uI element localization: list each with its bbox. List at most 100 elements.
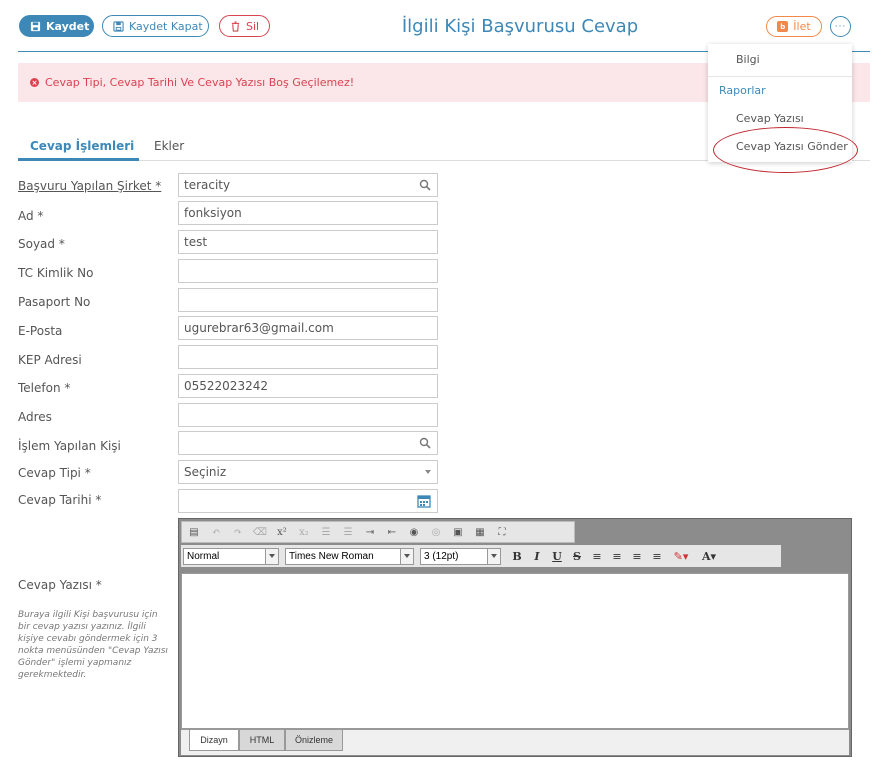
- search-icon[interactable]: [419, 179, 431, 191]
- ellipsis-icon: ···: [834, 21, 847, 32]
- unordered-list-icon[interactable]: ☰: [340, 524, 356, 540]
- font-select-value: Times New Roman: [289, 550, 374, 562]
- kep-field[interactable]: [178, 345, 438, 369]
- passport-field[interactable]: [178, 288, 438, 312]
- address-label: Adres: [18, 410, 52, 424]
- error-icon: ×: [30, 78, 39, 87]
- forward-button[interactable]: b İlet: [766, 16, 822, 37]
- save-close-button[interactable]: Kaydet Kapat: [102, 15, 209, 37]
- link-icon[interactable]: ◉: [406, 524, 422, 540]
- search-icon[interactable]: [419, 437, 431, 449]
- operator-field[interactable]: [178, 431, 438, 455]
- more-options-button[interactable]: ···: [830, 16, 851, 37]
- editor-tab-preview[interactable]: Önizleme: [285, 730, 343, 751]
- chevron-down-icon: [487, 548, 500, 564]
- align-left-icon[interactable]: ≡: [587, 550, 607, 563]
- calendar-icon[interactable]: [417, 494, 431, 508]
- image-icon[interactable]: ▣: [450, 524, 466, 540]
- email-value: ugurebrar63@gmail.com: [184, 321, 334, 335]
- subscript-icon[interactable]: x₂: [296, 524, 312, 540]
- phone-value: 05522023242: [184, 379, 268, 393]
- table-icon[interactable]: ▦: [472, 524, 488, 540]
- floppy-icon: [30, 21, 41, 31]
- menu-item-reply-text[interactable]: Cevap Yazısı: [736, 112, 804, 125]
- italic-button[interactable]: I: [527, 550, 547, 563]
- editor-toolbar-bottom: Normal Times New Roman 3 (12pt) B I U S …: [181, 545, 781, 567]
- font-color-label: A: [701, 549, 711, 563]
- floppy-icon: [113, 20, 124, 32]
- size-select-value: 3 (12pt): [424, 550, 459, 562]
- superscript-icon[interactable]: x²: [274, 524, 290, 540]
- menu-item-info[interactable]: Bilgi: [736, 53, 760, 66]
- align-justify-icon[interactable]: ≡: [647, 550, 667, 563]
- editor-toolbar-top: ▤ ↶ ↷ ⌫ x² x₂ ☰ ☰ ⇥ ⇤ ◉ ◎ ▣ ▦ ⛶: [181, 521, 575, 543]
- indent-icon[interactable]: ⇥: [362, 524, 378, 540]
- font-select[interactable]: Times New Roman: [285, 547, 414, 565]
- editor-content-area[interactable]: [181, 573, 849, 729]
- ordered-list-icon[interactable]: ☰: [318, 524, 334, 540]
- chevron-down-icon: [425, 470, 431, 474]
- underline-button[interactable]: U: [547, 550, 567, 563]
- save-button-label: Kaydet: [46, 19, 90, 33]
- company-label[interactable]: Başvuru Yapılan Şirket *: [18, 179, 161, 193]
- outdent-icon[interactable]: ⇤: [384, 524, 400, 540]
- format-select[interactable]: Normal: [183, 547, 279, 565]
- rich-text-editor: ▤ ↶ ↷ ⌫ x² x₂ ☰ ☰ ⇥ ⇤ ◉ ◎ ▣ ▦ ⛶ Normal T…: [178, 518, 852, 757]
- first-name-field[interactable]: fonksiyon: [178, 201, 438, 225]
- save-button[interactable]: Kaydet: [19, 15, 94, 37]
- phone-field[interactable]: 05522023242: [178, 374, 438, 398]
- tab-reply-operations[interactable]: Cevap İşlemleri: [30, 139, 134, 153]
- font-color-button[interactable]: A▾: [695, 550, 723, 563]
- email-label: E-Posta: [18, 324, 63, 338]
- last-name-value: test: [184, 235, 208, 249]
- passport-label: Pasaport No: [18, 295, 91, 309]
- trash-icon: [231, 20, 240, 32]
- menu-section-reports: Raporlar: [719, 84, 766, 97]
- editor-tab-design[interactable]: Dizayn: [189, 730, 239, 751]
- align-center-icon[interactable]: ≡: [607, 550, 627, 563]
- size-select[interactable]: 3 (12pt): [420, 547, 501, 565]
- highlight-color-icon[interactable]: ✎▾: [667, 550, 695, 563]
- chevron-down-icon: [265, 548, 278, 564]
- kep-label: KEP Adresi: [18, 353, 82, 367]
- tc-field[interactable]: [178, 259, 438, 283]
- company-value: teracity: [184, 178, 231, 192]
- bold-button[interactable]: B: [507, 550, 527, 563]
- menu-item-send-reply[interactable]: Cevap Yazısı Gönder: [736, 140, 848, 153]
- chevron-down-icon: [400, 548, 413, 564]
- eraser-icon[interactable]: ⌫: [252, 524, 268, 540]
- reply-type-select[interactable]: Seçiniz: [178, 460, 438, 484]
- save-close-button-label: Kaydet Kapat: [129, 19, 203, 33]
- page-title: İlgili Kişi Başvurusu Cevap: [401, 16, 639, 37]
- unlink-icon[interactable]: ◎: [428, 524, 444, 540]
- paste-word-icon[interactable]: ▤: [186, 524, 202, 540]
- address-field[interactable]: [178, 403, 438, 427]
- email-field[interactable]: ugurebrar63@gmail.com: [178, 316, 438, 340]
- editor-tab-html[interactable]: HTML: [239, 730, 285, 751]
- first-name-label: Ad *: [18, 209, 44, 223]
- active-tab-indicator: [18, 158, 139, 161]
- reply-date-label: Cevap Tarihi *: [18, 493, 102, 507]
- reply-type-value: Seçiniz: [184, 465, 227, 479]
- reply-text-help: Buraya ilgili Kişi başvurusu için bir ce…: [18, 610, 168, 680]
- last-name-field[interactable]: test: [178, 230, 438, 254]
- delete-button-label: Sil: [246, 19, 260, 33]
- redo-icon[interactable]: ↷: [230, 524, 246, 540]
- tab-attachments[interactable]: Ekler: [154, 139, 184, 153]
- align-right-icon[interactable]: ≡: [627, 550, 647, 563]
- editor-mode-tabs: Dizayn HTML Önizleme: [181, 729, 849, 755]
- more-options-menu: Bilgi Raporlar Cevap Yazısı Cevap Yazısı…: [708, 44, 852, 162]
- error-message: Cevap Tipi, Cevap Tarihi Ve Cevap Yazısı…: [45, 76, 355, 89]
- delete-button[interactable]: Sil: [219, 15, 270, 37]
- fullscreen-icon[interactable]: ⛶: [494, 524, 510, 540]
- format-select-value: Normal: [187, 550, 220, 562]
- reply-date-field[interactable]: [178, 489, 438, 513]
- first-name-value: fonksiyon: [184, 206, 242, 220]
- phone-label: Telefon *: [18, 381, 71, 395]
- strikethrough-button[interactable]: S: [567, 550, 587, 563]
- company-field[interactable]: teracity: [178, 173, 438, 197]
- operator-label: İşlem Yapılan Kişi: [18, 439, 121, 453]
- tc-label: TC Kimlik No: [18, 266, 94, 280]
- last-name-label: Soyad *: [18, 237, 65, 251]
- undo-icon[interactable]: ↶: [208, 524, 224, 540]
